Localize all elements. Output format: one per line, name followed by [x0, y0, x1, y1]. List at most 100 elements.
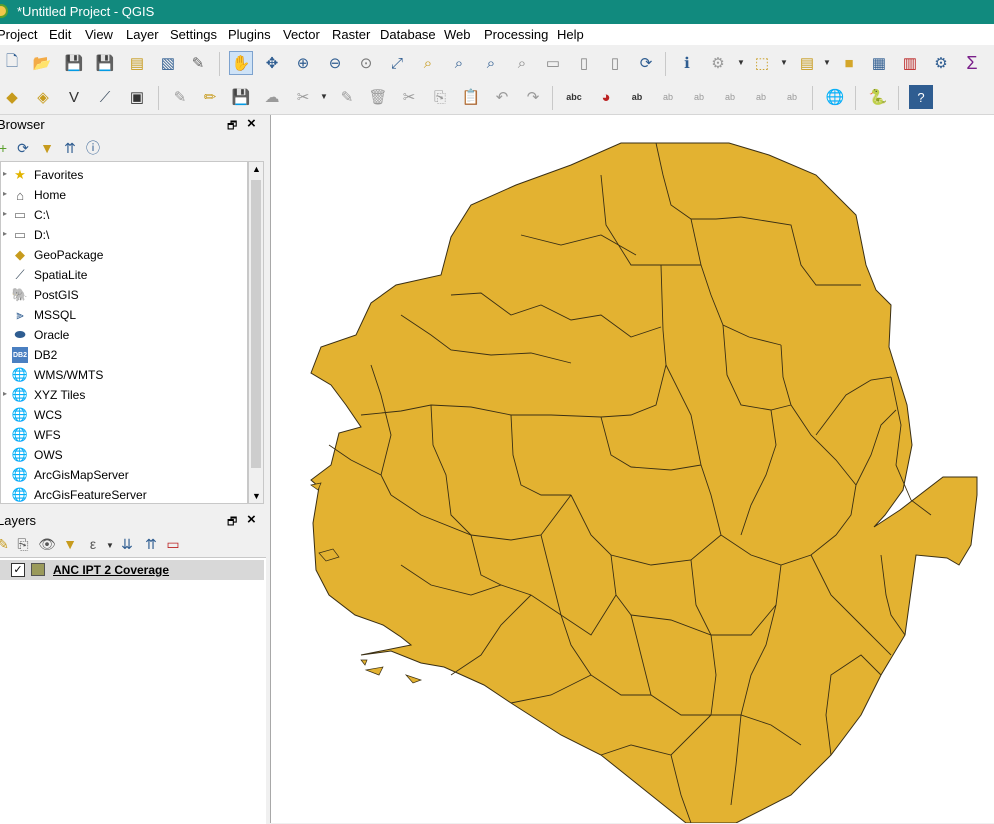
browser-item-ows[interactable]: 🌐 OWS — [1, 445, 246, 465]
select-features-icon[interactable]: ⬚ — [750, 51, 774, 75]
vertex-tool-icon[interactable]: ✂ — [291, 85, 315, 109]
zoom-to-selection-icon[interactable]: ⌕ — [416, 51, 440, 75]
new-project-icon[interactable]: 🗋 — [0, 51, 24, 75]
chevron-down-icon[interactable]: ▼ — [737, 58, 745, 67]
add-feature-icon[interactable]: ☁ — [260, 85, 284, 109]
browser-item-favorites[interactable]: ▸ ★ Favorites — [1, 165, 246, 185]
undo-icon[interactable]: ↶ — [490, 85, 514, 109]
copy-features-icon[interactable]: ⎘ — [428, 85, 452, 109]
chevron-down-icon[interactable]: ▼ — [106, 541, 114, 550]
menu-help[interactable]: Help — [557, 27, 584, 42]
scroll-up-icon[interactable]: ▲ — [252, 164, 261, 174]
chevron-down-icon[interactable]: ▼ — [320, 92, 328, 101]
browser-item-geopackage[interactable]: ◆ GeoPackage — [1, 245, 246, 265]
expand-arrow-icon[interactable]: ▸ — [3, 389, 7, 398]
menu-raster[interactable]: Raster — [332, 27, 370, 42]
open-project-icon[interactable]: 📂 — [30, 51, 54, 75]
chevron-down-icon[interactable]: ▼ — [780, 58, 788, 67]
new-print-layout-icon[interactable]: ▤ — [125, 51, 149, 75]
delete-selected-icon[interactable]: 🗑 — [366, 85, 390, 109]
browser-item-db2[interactable]: DB2 DB2 — [1, 345, 246, 365]
float-panel-icon[interactable]: 🗗 — [227, 117, 237, 136]
browser-item-mssql[interactable]: ⫸ MSSQL — [1, 305, 246, 325]
save-project-icon[interactable]: 💾 — [62, 51, 86, 75]
menu-processing[interactable]: Processing — [484, 27, 548, 42]
browser-item-postgis[interactable]: 🐘 PostGIS — [1, 285, 246, 305]
help-contents-icon[interactable]: ? — [909, 85, 933, 109]
browser-item-c-drive[interactable]: ▸ ▭ C:\ — [1, 205, 246, 225]
menu-settings[interactable]: Settings — [170, 27, 217, 42]
browser-item-wms-wmts[interactable]: 🌐 WMS/WMTS — [1, 365, 246, 385]
save-layer-edits-icon[interactable]: 💾 — [229, 85, 253, 109]
deselect-all-icon[interactable]: ■ — [837, 51, 861, 75]
manage-map-themes-icon[interactable]: 👁 — [38, 535, 56, 553]
refresh-icon[interactable]: ⟳ — [14, 139, 32, 157]
select-by-value-icon[interactable]: ▤ — [795, 51, 819, 75]
filter-legend-icon[interactable]: ▼ — [61, 535, 79, 553]
zoom-next-icon[interactable]: ⌕ — [510, 51, 534, 75]
pin-labels-icon[interactable]: ab — [656, 85, 680, 109]
chevron-down-icon[interactable]: ▼ — [823, 58, 831, 67]
close-panel-icon[interactable]: × — [247, 115, 256, 132]
menu-project[interactable]: Project — [0, 27, 37, 42]
data-source-manager-icon[interactable]: ◆ — [0, 85, 24, 109]
label-tool-icon[interactable]: abc — [562, 85, 586, 109]
new-map-view-icon[interactable]: ▭ — [541, 51, 565, 75]
new-geopackage-layer-icon[interactable]: ◈ — [31, 85, 55, 109]
toggle-editing-icon[interactable]: ✏ — [198, 85, 222, 109]
plugin-globe-icon[interactable]: 🌐 — [823, 85, 847, 109]
pan-map-icon[interactable]: ✋ — [229, 51, 253, 75]
layer-visibility-checkbox[interactable]: ✓ — [11, 563, 25, 577]
style-manager-icon[interactable]: ✎ — [186, 51, 210, 75]
zoom-native-resolution-icon[interactable]: ⊙ — [354, 51, 378, 75]
save-as-icon[interactable]: 💾 — [93, 51, 117, 75]
redo-icon[interactable]: ↷ — [521, 85, 545, 109]
new-virtual-layer-icon[interactable]: ▣ — [125, 85, 149, 109]
menu-edit[interactable]: Edit — [49, 27, 71, 42]
browser-item-home[interactable]: ▸ ⌂ Home — [1, 185, 246, 205]
menu-vector[interactable]: Vector — [283, 27, 320, 42]
toolbox-icon[interactable]: ⚙ — [929, 51, 953, 75]
collapse-all-icon[interactable]: ⇈ — [142, 535, 160, 553]
browser-item-d-drive[interactable]: ▸ ▭ D:\ — [1, 225, 246, 245]
show-hide-labels-icon[interactable]: ab — [687, 85, 711, 109]
menu-database[interactable]: Database — [380, 27, 436, 42]
browser-item-arcgis-feature-server[interactable]: 🌐 ArcGisFeatureServer — [1, 485, 246, 503]
browser-item-xyz-tiles[interactable]: ▸ 🌐 XYZ Tiles — [1, 385, 246, 405]
new-spatialite-layer-icon[interactable]: ⟋ — [93, 85, 117, 109]
browser-item-wcs[interactable]: 🌐 WCS — [1, 405, 246, 425]
zoom-full-icon[interactable]: ⤢ — [385, 51, 409, 75]
new-bookmark-icon[interactable]: ▯ — [572, 51, 596, 75]
browser-item-spatialite[interactable]: ⟋ SpatiaLite — [1, 265, 246, 285]
diagram-tool-icon[interactable]: ◕ — [594, 85, 618, 109]
menu-layer[interactable]: Layer — [126, 27, 159, 42]
identify-features-icon[interactable]: ℹ — [675, 51, 699, 75]
menu-view[interactable]: View — [85, 27, 113, 42]
zoom-out-icon[interactable]: ⊖ — [323, 51, 347, 75]
browser-item-arcgis-map-server[interactable]: 🌐 ArcGisMapServer — [1, 465, 246, 485]
add-selected-layers-icon[interactable]: + — [0, 139, 12, 157]
scroll-down-icon[interactable]: ▼ — [252, 491, 261, 501]
info-icon[interactable]: ⓘ — [84, 139, 102, 157]
sigma-icon[interactable]: Σ — [960, 51, 984, 75]
expand-arrow-icon[interactable]: ▸ — [3, 169, 7, 178]
expand-all-icon[interactable]: ⇊ — [118, 535, 136, 553]
zoom-last-icon[interactable]: ⌕ — [479, 51, 503, 75]
cut-features-icon[interactable]: ✂ — [397, 85, 421, 109]
menu-plugins[interactable]: Plugins — [228, 27, 271, 42]
zoom-to-layer-icon[interactable]: ⌕ — [447, 51, 471, 75]
close-panel-icon[interactable]: × — [247, 511, 256, 528]
menu-web[interactable]: Web — [444, 27, 471, 42]
current-edits-icon[interactable]: ✎ — [168, 85, 192, 109]
remove-layer-icon[interactable]: ▭ — [164, 535, 182, 553]
float-panel-icon[interactable]: 🗗 — [227, 513, 237, 532]
collapse-all-icon[interactable]: ⇈ — [61, 139, 79, 157]
map-canvas[interactable] — [270, 115, 994, 823]
style-panel-icon[interactable]: ✎ — [0, 535, 12, 553]
statistical-summary-icon[interactable]: ▥ — [898, 51, 922, 75]
browser-scrollbar[interactable]: ▲ ▼ — [248, 161, 264, 504]
rotate-label-icon[interactable]: ab — [749, 85, 773, 109]
zoom-in-icon[interactable]: ⊕ — [291, 51, 315, 75]
show-bookmarks-icon[interactable]: ▯ — [603, 51, 627, 75]
new-shapefile-layer-icon[interactable]: V — [62, 85, 86, 109]
